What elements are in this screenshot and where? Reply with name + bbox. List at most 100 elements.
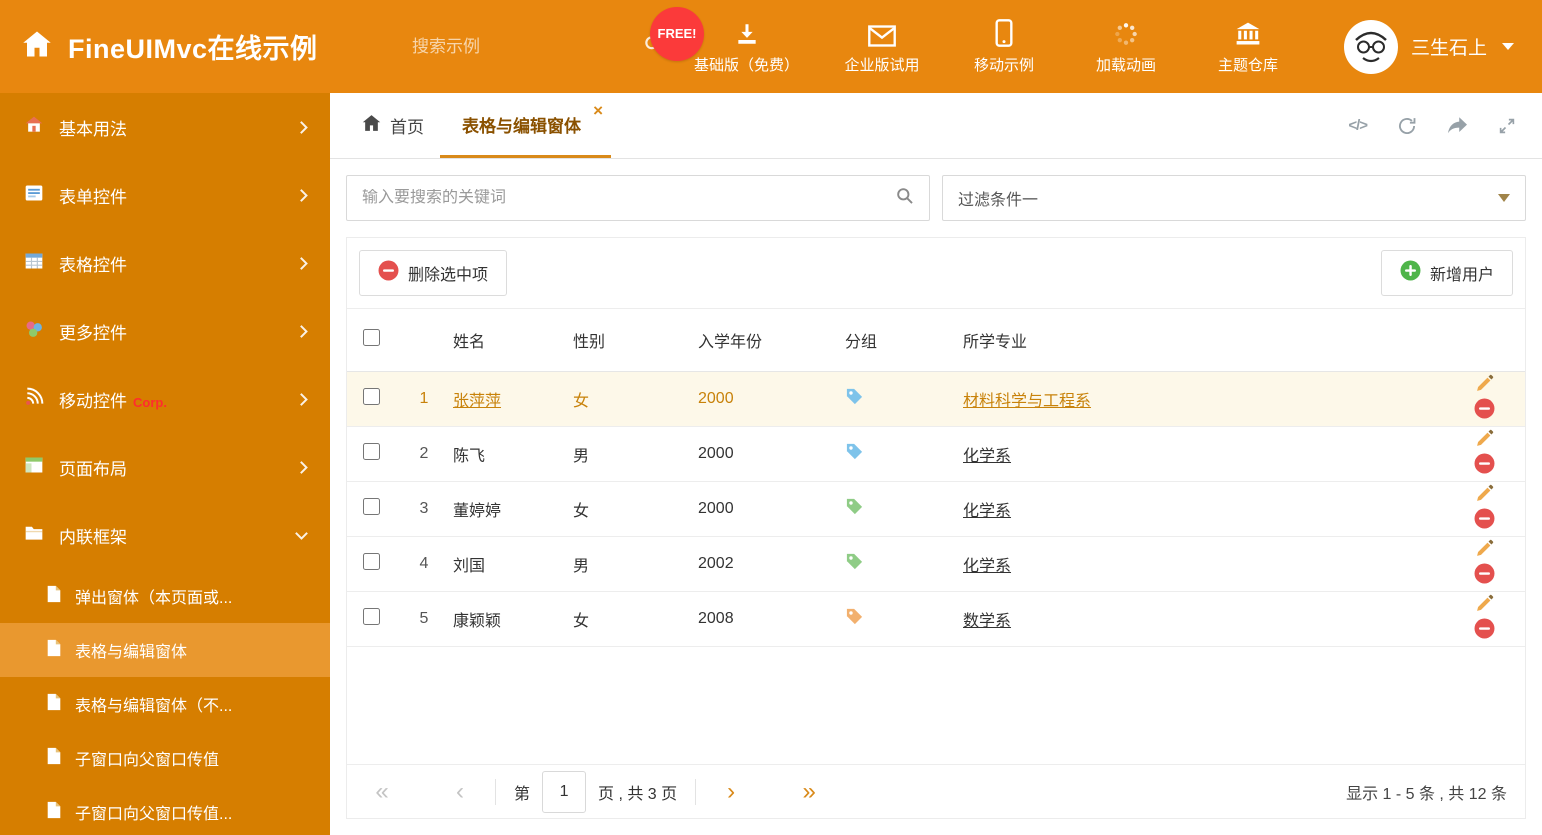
sidebar-item-more-controls[interactable]: 更多控件: [0, 297, 330, 365]
col-header-name[interactable]: 姓名: [453, 309, 573, 372]
user-menu[interactable]: 三生石上: [1343, 19, 1520, 74]
last-page-icon[interactable]: [792, 780, 826, 804]
main-area: 首页 表格与编辑窗体 过滤条件一: [330, 93, 1542, 835]
sidebar-item-grid-controls[interactable]: 表格控件: [0, 229, 330, 297]
filter-dropdown[interactable]: 过滤条件一: [942, 175, 1526, 221]
delete-selected-button[interactable]: 删除选中项: [359, 250, 508, 296]
sidebar-subitem-child-to-parent[interactable]: 子窗口向父窗口传值: [0, 731, 330, 785]
edit-icon[interactable]: [1475, 428, 1495, 453]
sidebar-item-form-controls[interactable]: 表单控件: [0, 161, 330, 229]
file-icon: [46, 693, 62, 716]
delete-icon[interactable]: [1474, 508, 1495, 534]
delete-icon[interactable]: [1474, 618, 1495, 644]
tab-tools: [1348, 93, 1526, 158]
prev-page-icon[interactable]: [443, 780, 477, 804]
student-name: 刘国: [453, 557, 486, 575]
nav-loading-animations[interactable]: 加载动画: [1087, 19, 1165, 75]
sidebar-subitem-popup-window[interactable]: 弹出窗体（本页面或...: [0, 569, 330, 623]
tag-icon: [845, 497, 864, 521]
mobile-icon: [995, 18, 1013, 47]
major-link[interactable]: 化学系: [963, 558, 1011, 575]
table-row: 4 刘国 男 2002 化学系: [347, 536, 1525, 592]
select-all-checkbox[interactable]: [362, 328, 380, 346]
major-link[interactable]: 数学系: [963, 613, 1011, 630]
grid-toolbar: 删除选中项 新增用户: [347, 238, 1525, 309]
delete-icon[interactable]: [1474, 563, 1495, 589]
header-nav: FREE! 基础版（免费） 企业版试用 移动示例 加载动画 主题仓库: [650, 6, 1287, 75]
tag-icon: [845, 442, 864, 466]
share-icon[interactable]: [1447, 116, 1468, 135]
sidebar-subitem-grid-edit-window[interactable]: 表格与编辑窗体: [0, 623, 330, 677]
pagination-bar: 第 页 , 共 3 页 显示 1 - 5 条 , 共 12 条: [347, 764, 1525, 818]
page-suffix: 页 , 共 3 页: [598, 785, 678, 803]
first-page-icon[interactable]: [365, 780, 399, 804]
chevron-down-icon: [295, 526, 308, 540]
nav-basic-free[interactable]: FREE! 基础版（免费）: [650, 6, 799, 75]
major-link[interactable]: 化学系: [963, 503, 1011, 520]
close-icon[interactable]: [593, 102, 603, 119]
delete-icon[interactable]: [1474, 453, 1495, 479]
major-link[interactable]: 材料科学与工程系: [963, 393, 1091, 410]
table-row: 5 康颖颖 女 2008 数学系: [347, 591, 1525, 647]
row-checkbox[interactable]: [362, 552, 380, 570]
row-checkbox[interactable]: [362, 442, 380, 460]
chevron-right-icon: [295, 392, 308, 406]
sidebar-subitem-child-to-parent-alt[interactable]: 子窗口向父窗口传值...: [0, 785, 330, 835]
caret-down-icon: [1498, 194, 1510, 202]
row-checkbox[interactable]: [362, 497, 380, 515]
edit-icon[interactable]: [1475, 593, 1495, 618]
tab-bar: 首页 表格与编辑窗体: [330, 93, 1542, 159]
major-link[interactable]: 化学系: [963, 448, 1011, 465]
edit-icon[interactable]: [1475, 373, 1495, 398]
table-header-row: 姓名 性别 入学年份 分组 所学专业: [347, 309, 1525, 372]
divider: [695, 778, 697, 805]
nav-theme-store[interactable]: 主题仓库: [1209, 19, 1287, 75]
sidebar-item-mobile-controls[interactable]: 移动控件 Corp.: [0, 365, 330, 433]
plus-circle-icon: [1400, 260, 1421, 286]
refresh-icon[interactable]: [1397, 116, 1417, 136]
sidebar-item-inline-frame[interactable]: 内联框架: [0, 501, 330, 569]
envelope-icon: [868, 19, 896, 47]
keyword-search-input[interactable]: [362, 189, 895, 207]
tab-grid-edit-window[interactable]: 表格与编辑窗体: [440, 93, 611, 158]
table-row: 1 张萍萍 女 2000 材料科学与工程系: [347, 371, 1525, 427]
chevron-right-icon: [295, 460, 308, 474]
nav-enterprise-trial[interactable]: 企业版试用: [843, 19, 921, 75]
brand[interactable]: FineUIMvc在线示例: [22, 27, 412, 66]
col-header-gender[interactable]: 性别: [573, 309, 698, 372]
caret-down-icon: [1502, 43, 1514, 50]
delete-icon[interactable]: [1474, 398, 1495, 424]
source-code-icon[interactable]: [1348, 117, 1367, 134]
tab-home[interactable]: 首页: [346, 93, 440, 158]
sidebar-item-basic-usage[interactable]: 基本用法: [0, 93, 330, 161]
col-header-group[interactable]: 分组: [845, 309, 963, 372]
top-header: FineUIMvc在线示例 FREE! 基础版（免费） 企业版试用 移动示例 加…: [0, 0, 1542, 93]
edit-icon[interactable]: [1475, 483, 1495, 508]
file-icon: [46, 639, 62, 662]
corp-badge: Corp.: [133, 394, 167, 410]
app-title: FineUIMvc在线示例: [68, 34, 318, 64]
header-search-input[interactable]: [412, 36, 633, 57]
divider: [495, 778, 496, 805]
edit-icon[interactable]: [1475, 538, 1495, 563]
row-checkbox[interactable]: [362, 607, 380, 625]
form-icon: [24, 183, 44, 208]
col-header-major[interactable]: 所学专业: [963, 309, 1409, 372]
page-number-input[interactable]: [542, 770, 587, 813]
next-page-icon[interactable]: [714, 780, 748, 804]
avatar: [1343, 19, 1398, 74]
chevron-right-icon: [295, 324, 308, 338]
home-icon: [24, 115, 44, 140]
sidebar-subitem-grid-edit-window-alt[interactable]: 表格与编辑窗体（不...: [0, 677, 330, 731]
expand-icon[interactable]: [1498, 117, 1516, 135]
row-checkbox[interactable]: [362, 387, 380, 405]
header-search: [412, 34, 662, 59]
sidebar-item-page-layout[interactable]: 页面布局: [0, 433, 330, 501]
add-user-button[interactable]: 新增用户: [1380, 250, 1513, 296]
student-name-link[interactable]: 张萍萍: [453, 393, 501, 410]
record-summary: 显示 1 - 5 条 , 共 12 条: [1346, 785, 1507, 803]
col-header-year[interactable]: 入学年份: [698, 309, 845, 372]
search-icon[interactable]: [895, 186, 914, 210]
nav-mobile-demo[interactable]: 移动示例: [965, 18, 1043, 75]
username: 三生石上: [1410, 38, 1487, 59]
